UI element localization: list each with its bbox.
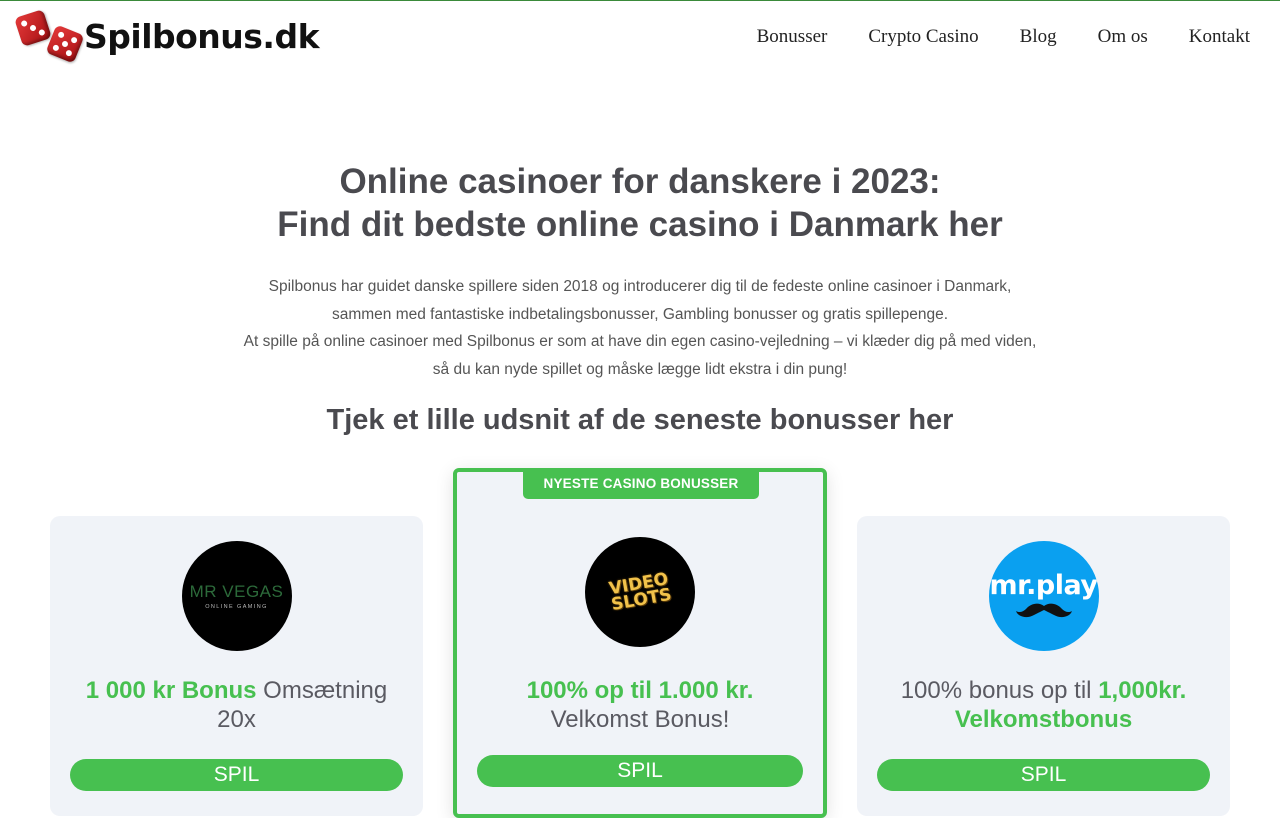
- bonus-section-heading: Tjek et lille udsnit af de seneste bonus…: [326, 404, 954, 436]
- nav-item-blog[interactable]: Blog: [1020, 23, 1057, 51]
- mr-vegas-logo[interactable]: MR VEGAS ONLINE GAMING: [181, 541, 292, 651]
- site-logo[interactable]: Spilbonus.dk: [14, 9, 320, 64]
- play-button[interactable]: SPIL: [477, 755, 803, 787]
- mr-vegas-logo-subtext: ONLINE GAMING: [205, 604, 268, 610]
- bonus-offer-highlight: 1 000 kr Bonus: [85, 677, 257, 704]
- page-title-line-2: Find dit bedste online casino i Danmark …: [277, 205, 1003, 244]
- play-button[interactable]: SPIL: [70, 759, 403, 791]
- bonus-offer-rest: Velkomst Bonus!: [550, 706, 730, 733]
- nav-item-kontakt[interactable]: Kontakt: [1189, 23, 1250, 51]
- nav-item-om-os[interactable]: Om os: [1098, 23, 1148, 51]
- intro-text: Spilbonus har guidet danske spillere sid…: [0, 273, 1280, 383]
- intro-line: Spilbonus har guidet danske spillere sid…: [268, 278, 1012, 295]
- main-nav: Bonusser Crypto Casino Blog Om os Kontak…: [716, 23, 1250, 51]
- logo-text: Spilbonus.dk: [84, 17, 320, 56]
- bonus-offer-text: 100% bonus op til 1,000kr. Velkomstbonus: [857, 676, 1230, 734]
- page-title-line-1: Online casinoer for danskere i 2023:: [339, 162, 941, 201]
- intro-line: sammen med fantastiske indbetalingsbonus…: [331, 305, 949, 323]
- intro-line: så du kan nyde spillet og måske lægge li…: [432, 360, 848, 378]
- videoslots-logo[interactable]: VIDEO SLOTS: [585, 537, 695, 647]
- nav-item-bonusser[interactable]: Bonusser: [757, 23, 828, 51]
- play-button[interactable]: SPIL: [877, 759, 1210, 791]
- mr-vegas-logo-text: MR VEGAS: [189, 582, 284, 601]
- bonus-offer-text: 100% op til 1.000 kr. Velkomst Bonus!: [457, 676, 823, 734]
- bonus-offer-prefix: 100% bonus op til: [900, 677, 1099, 704]
- mr-play-logo[interactable]: mr.play: [988, 541, 1099, 651]
- bonus-card-mr-vegas: MR VEGAS ONLINE GAMING 1 000 kr Bonus Om…: [50, 516, 423, 816]
- bonus-card-mr-play: mr.play 100% bonus op til 1,000kr. Velko…: [857, 516, 1230, 816]
- bonus-offer-text: 1 000 kr Bonus Omsætning 20x: [50, 676, 423, 734]
- dice-icon: [14, 9, 86, 64]
- page-title: Online casinoer for danskere i 2023: Fin…: [0, 160, 1280, 246]
- site-header: Spilbonus.dk Bonusser Crypto Casino Blog…: [0, 1, 1280, 71]
- featured-ribbon: NYESTE CASINO BONUSSER: [523, 468, 759, 499]
- mustache-icon: [1015, 603, 1072, 618]
- videoslots-logo-text: VIDEO SLOTS: [607, 569, 674, 616]
- mr-play-logo-text: mr.play: [989, 570, 1098, 601]
- bonus-offer-highlight: 100% op til 1.000 kr.: [526, 677, 754, 704]
- intro-line: At spille på online casinoer med Spilbon…: [243, 333, 1037, 350]
- bonus-card-videoslots: NYESTE CASINO BONUSSER VIDEO SLOTS 100% …: [453, 468, 827, 818]
- nav-item-crypto-casino[interactable]: Crypto Casino: [868, 23, 978, 51]
